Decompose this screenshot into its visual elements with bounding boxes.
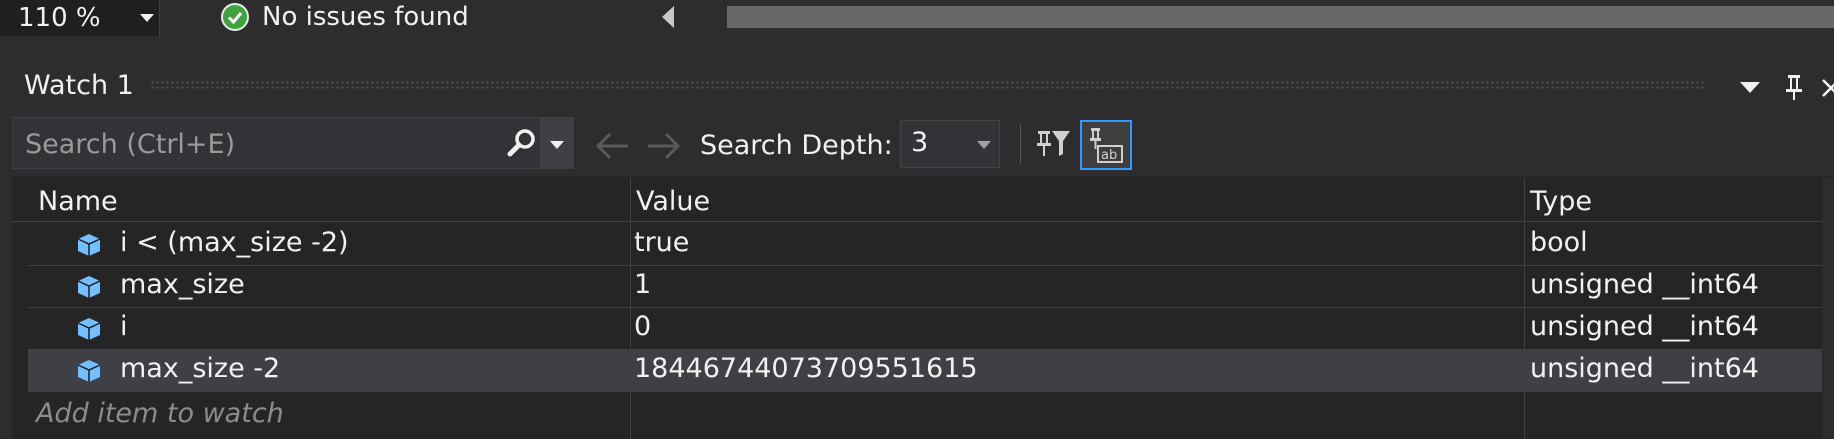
search-input[interactable] bbox=[23, 124, 507, 164]
column-header-type[interactable]: Type bbox=[1530, 186, 1592, 217]
panel-divider bbox=[0, 38, 1834, 56]
watch-item-value: 18446744073709551615 bbox=[634, 353, 978, 384]
window-position-menu-icon[interactable] bbox=[1740, 82, 1760, 93]
issues-status-text[interactable]: No issues found bbox=[262, 2, 469, 32]
table-row[interactable]: i 0 unsigned __int64 bbox=[28, 308, 1834, 350]
search-box[interactable] bbox=[12, 117, 574, 169]
column-header-value[interactable]: Value bbox=[636, 186, 710, 217]
grid-row-gutter bbox=[12, 222, 28, 439]
table-row[interactable]: max_size 1 unsigned __int64 bbox=[28, 266, 1834, 308]
zoom-value: 110 % bbox=[18, 3, 101, 33]
watch-item-name: max_size -2 bbox=[120, 353, 281, 384]
zoom-dropdown[interactable]: 110 % bbox=[0, 0, 160, 36]
watch-item-name: i < (max_size -2) bbox=[120, 227, 349, 258]
chevron-down-icon[interactable] bbox=[550, 141, 564, 149]
pin-filter-icon[interactable] bbox=[1034, 124, 1074, 164]
svg-text:ab: ab bbox=[1101, 148, 1117, 163]
table-row-selected[interactable]: max_size -2 18446744073709551615 unsigne… bbox=[28, 350, 1834, 392]
cube-icon bbox=[76, 232, 102, 258]
pin-icon[interactable] bbox=[1782, 72, 1806, 102]
watch-item-name: max_size bbox=[120, 269, 245, 300]
add-item-to-watch-input[interactable]: Add item to watch bbox=[36, 398, 284, 429]
watch-window-title: Watch 1 bbox=[24, 70, 134, 101]
view-as-text-icon[interactable]: ab bbox=[1088, 126, 1124, 164]
watch-item-value: 0 bbox=[634, 311, 652, 342]
cube-icon bbox=[76, 316, 102, 342]
close-icon[interactable] bbox=[1820, 72, 1834, 102]
watch-item-type: unsigned __int64 bbox=[1530, 311, 1759, 342]
column-separator[interactable] bbox=[630, 178, 631, 439]
watch-item-type: unsigned __int64 bbox=[1530, 269, 1759, 300]
chevron-down-icon bbox=[140, 14, 154, 22]
add-item-row[interactable] bbox=[28, 392, 1834, 439]
check-circle-icon[interactable] bbox=[221, 3, 249, 31]
watch-item-type: unsigned __int64 bbox=[1530, 353, 1759, 384]
watch-item-name: i bbox=[120, 311, 128, 342]
scroll-left-icon[interactable] bbox=[662, 6, 674, 28]
chevron-down-icon bbox=[977, 141, 991, 149]
watch-item-value: 1 bbox=[634, 269, 652, 300]
search-depth-label: Search Depth: bbox=[700, 130, 893, 161]
toolbar-separator bbox=[1020, 124, 1021, 164]
arrow-left-icon[interactable] bbox=[592, 128, 632, 164]
column-header-name[interactable]: Name bbox=[38, 186, 118, 217]
arrow-right-icon[interactable] bbox=[644, 128, 684, 164]
search-icon[interactable] bbox=[505, 126, 539, 160]
column-separator[interactable] bbox=[1524, 178, 1525, 439]
vertical-scrollbar[interactable] bbox=[1822, 178, 1834, 439]
titlebar-grip[interactable] bbox=[150, 80, 1705, 90]
cube-icon bbox=[76, 274, 102, 300]
cube-icon bbox=[76, 358, 102, 384]
search-depth-value: 3 bbox=[911, 127, 929, 158]
horizontal-scrollbar-thumb[interactable] bbox=[727, 6, 1834, 28]
watch-item-type: bool bbox=[1530, 227, 1588, 258]
table-row[interactable]: i < (max_size -2) true bool bbox=[28, 224, 1834, 266]
watch-item-value: true bbox=[634, 227, 690, 258]
search-depth-select[interactable]: 3 bbox=[900, 120, 1000, 168]
